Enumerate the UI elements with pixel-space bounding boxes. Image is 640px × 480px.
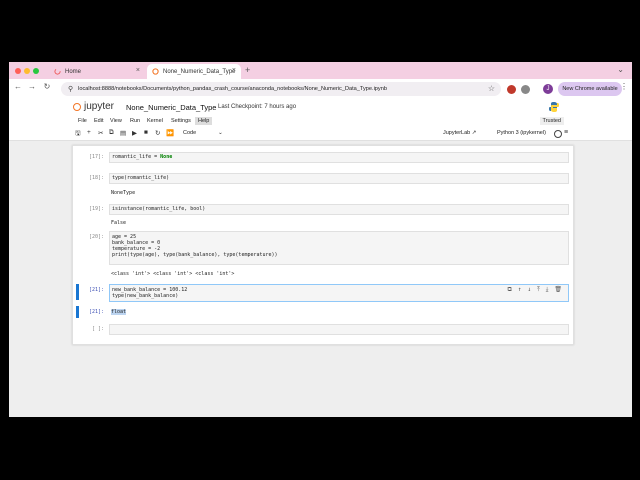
code-text: isinstance(romantic_life, bool) [112, 206, 206, 212]
duplicate-cell-icon[interactable]: ⧉ [508, 287, 512, 293]
cell-prompt: [21]: [88, 287, 104, 293]
tab-home[interactable]: Home × [49, 64, 145, 79]
profile-avatar[interactable]: J [543, 84, 553, 94]
url-field[interactable]: ⚲ localhost:8888/notebooks/Documents/pyt… [61, 82, 501, 96]
copy-icon[interactable]: ⧉ [109, 129, 114, 137]
cell-type-select[interactable]: Code ⌄ [183, 130, 223, 136]
code-cell-input[interactable]: new_bank_balance = 100.12 type(new_bank_… [109, 284, 569, 302]
extensions-puzzle-icon[interactable] [521, 85, 530, 94]
code-line: print(type(age), type(bank_balance), typ… [112, 252, 278, 258]
empty-code-cell-input[interactable] [109, 324, 569, 335]
jupyter-favicon-icon [152, 68, 159, 75]
tab-search-icon[interactable]: ⌄ [617, 65, 624, 74]
menu-run[interactable]: Run [127, 117, 143, 125]
run-icon[interactable]: ▶ [132, 129, 137, 137]
code-var: romantic_life [112, 154, 152, 160]
chrome-update-button[interactable]: New Chrome available [558, 82, 622, 96]
forward-icon[interactable]: → [27, 82, 37, 91]
menu-settings[interactable]: Settings [168, 117, 194, 125]
insert-cell-icon[interactable]: + [87, 129, 91, 136]
jupyterlab-link[interactable]: JupyterLab ↗ [443, 130, 476, 136]
tab-bar: Home × None_Numeric_Data_Type × + ⌄ [9, 62, 632, 79]
code-keyword: None [160, 154, 173, 160]
cell-output: <class 'int'> <class 'int'> <class 'int'… [111, 271, 235, 277]
save-icon[interactable]: 🖫 [75, 129, 81, 140]
extension-icon[interactable] [507, 85, 516, 94]
browser-window: Home × None_Numeric_Data_Type × + ⌄ ← → … [9, 62, 632, 417]
python-logo-icon [549, 102, 559, 112]
restart-run-all-icon[interactable]: ⏩ [166, 129, 174, 137]
code-line: type(new_bank_balance) [112, 293, 179, 299]
cell-prompt: [17]: [88, 154, 104, 160]
kernel-status-icon [554, 130, 562, 138]
external-link-icon: ↗ [471, 130, 477, 136]
notebook-title[interactable]: None_Numeric_Data_Type [126, 103, 216, 112]
browser-menu-icon[interactable]: ⋮ [620, 82, 628, 91]
notebook-panel: [17]: romantic_life = None [18]: type(ro… [72, 145, 574, 345]
code-cell-input[interactable]: romantic_life = None [109, 152, 569, 163]
delete-cell-icon[interactable]: 🗑 [554, 287, 562, 293]
reload-icon[interactable]: ↻ [42, 82, 52, 91]
url-text: localhost:8888/notebooks/Documents/pytho… [78, 86, 387, 92]
insert-above-icon[interactable]: ⤒ [537, 287, 540, 293]
menu-view[interactable]: View [107, 117, 125, 125]
tab-label: None_Numeric_Data_Type [163, 68, 236, 75]
tab-notebook[interactable]: None_Numeric_Data_Type × [147, 64, 241, 79]
paste-icon[interactable]: ▤ [120, 129, 126, 137]
new-tab-icon[interactable]: + [245, 65, 250, 75]
menu-help[interactable]: Help [195, 117, 213, 125]
output-value: float [111, 309, 127, 315]
cell-output: False [111, 220, 127, 226]
maximize-window-button[interactable] [33, 68, 39, 74]
insert-below-icon[interactable]: ⤓ [546, 287, 549, 293]
jupyter-logo[interactable]: jupyter [73, 101, 114, 112]
close-tab-icon[interactable]: × [232, 67, 236, 74]
trusted-indicator[interactable]: Trusted [539, 117, 564, 125]
jupyter-menu-bar: File Edit View Run Kernel Settings Help … [9, 116, 632, 127]
code-cell-input[interactable]: isinstance(romantic_life, bool) [109, 204, 569, 215]
notebook-workspace: [17]: romantic_life = None [18]: type(ro… [9, 141, 632, 417]
cell-prompt: [ ]: [91, 326, 104, 332]
cell-toolbar: ⧉ ↑ ↓ ⤒ ⤓ 🗑 [502, 287, 562, 293]
cell-output: NoneType [111, 190, 136, 196]
code-cell-input[interactable]: age = 25 bank_balance = 0 temperature = … [109, 231, 569, 265]
restart-icon[interactable]: ↻ [155, 129, 160, 137]
address-bar-row: ← → ↻ ⚲ localhost:8888/notebooks/Documen… [9, 79, 632, 100]
kernel-menu-icon[interactable]: ≡ [564, 129, 568, 136]
menu-edit[interactable]: Edit [91, 117, 106, 125]
minimize-window-button[interactable] [24, 68, 30, 74]
checkpoint-status: Last Checkpoint: 7 hours ago [218, 104, 297, 110]
cell-output: float [111, 309, 127, 315]
close-tab-icon[interactable]: × [136, 67, 140, 74]
jupyterlab-link-label: JupyterLab [443, 130, 471, 136]
output-prompt: [21]: [88, 309, 104, 315]
chevron-down-icon: ⌄ [218, 130, 223, 136]
cell-prompt: [19]: [88, 206, 104, 212]
notebook-toolbar: 🖫 + ✂ ⧉ ▤ ▶ ■ ↻ ⏩ Code ⌄ JupyterLab ↗ Pyt… [9, 128, 632, 141]
interrupt-icon[interactable]: ■ [144, 129, 148, 136]
bookmark-star-icon[interactable]: ☆ [488, 84, 495, 93]
site-info-icon[interactable]: ⚲ [68, 85, 73, 93]
close-window-button[interactable] [15, 68, 21, 74]
cell-prompt: [20]: [88, 234, 104, 240]
code-text: type(romantic_life) [112, 175, 170, 181]
menu-file[interactable]: File [75, 117, 90, 125]
code-cell-input[interactable]: type(romantic_life) [109, 173, 569, 184]
jupyter-header: jupyter None_Numeric_Data_Type Last Chec… [9, 99, 632, 116]
cut-icon[interactable]: ✂ [98, 129, 103, 137]
code-op: = [151, 154, 161, 160]
cell-type-value: Code [183, 130, 197, 136]
kernel-name[interactable]: Python 3 (ipykernel) [497, 130, 546, 136]
back-icon[interactable]: ← [13, 82, 23, 91]
loader-icon [54, 68, 61, 75]
tab-label: Home [65, 68, 82, 75]
cell-prompt: [18]: [88, 175, 104, 181]
jupyter-logo-icon [73, 102, 81, 111]
jupyter-logo-text: jupyter [84, 101, 115, 112]
move-down-icon[interactable]: ↓ [527, 287, 531, 293]
menu-kernel[interactable]: Kernel [144, 117, 166, 125]
move-up-icon[interactable]: ↑ [518, 287, 522, 293]
